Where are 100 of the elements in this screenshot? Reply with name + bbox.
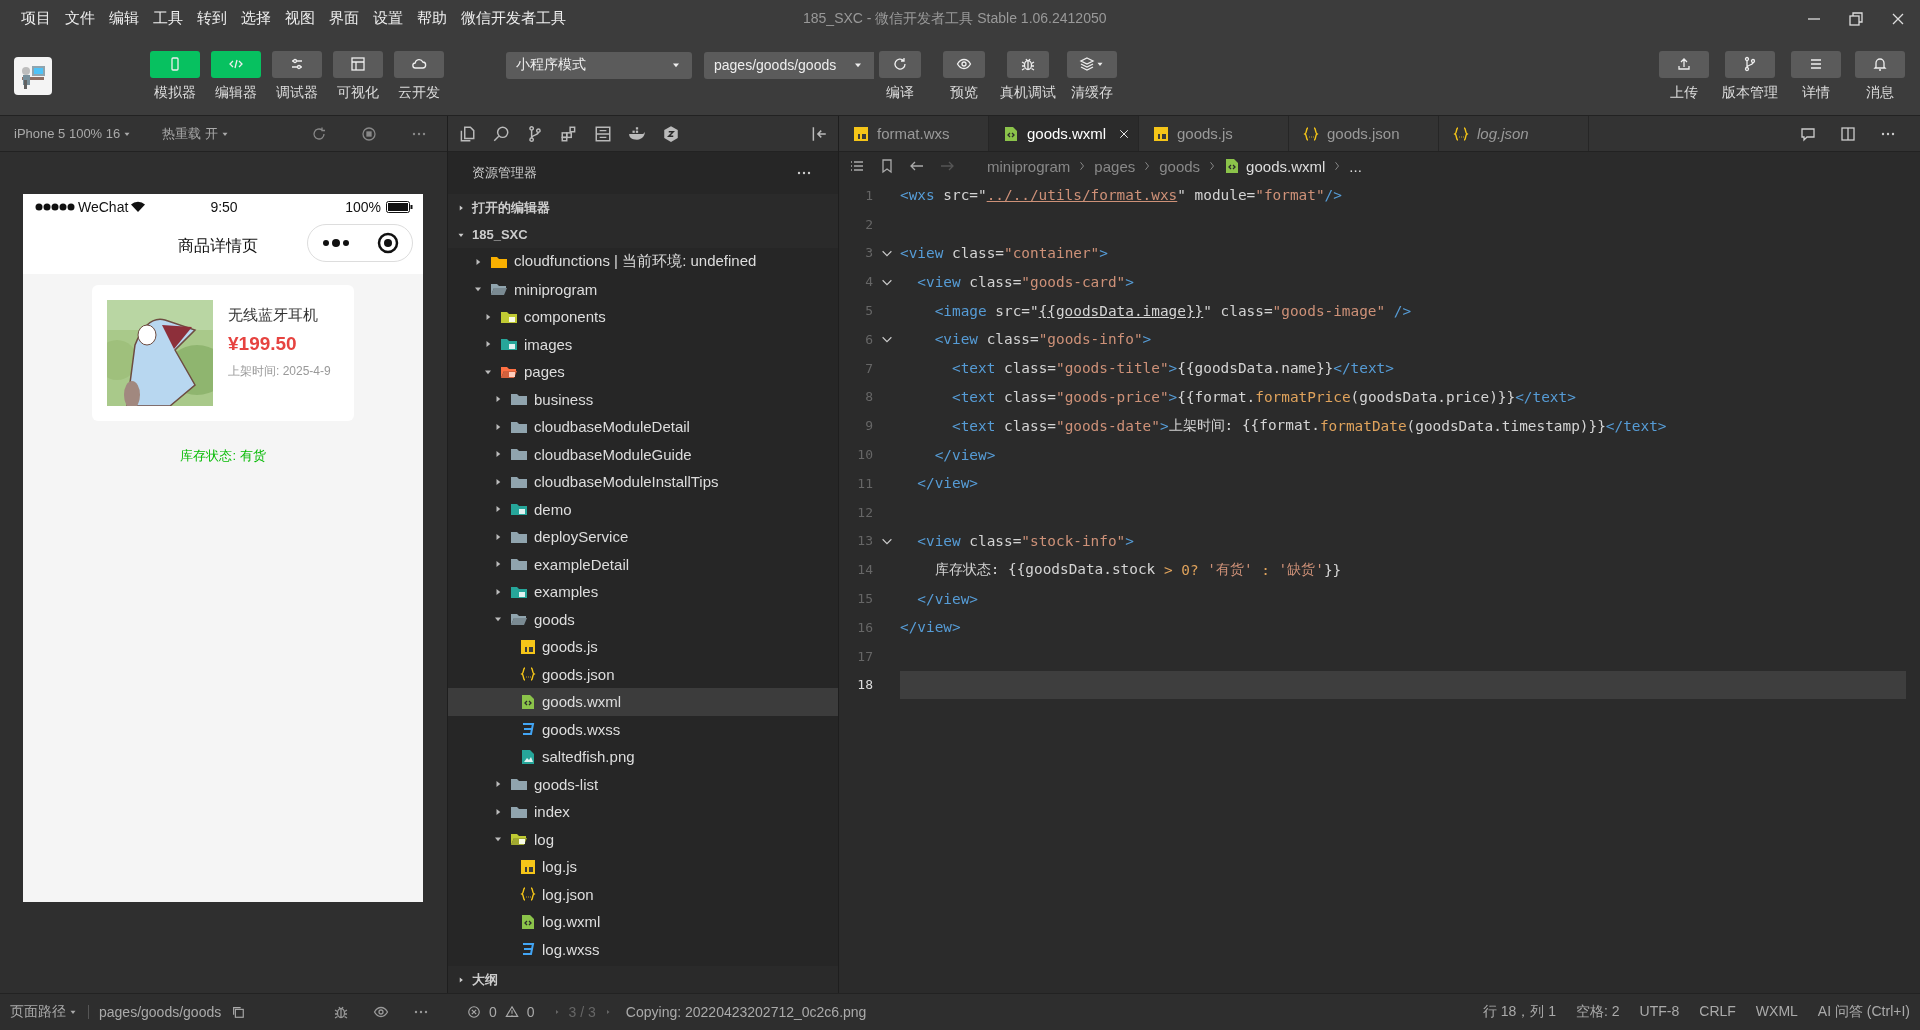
toolbar-button[interactable]: 版本管理 <box>1722 50 1778 102</box>
eye-icon[interactable] <box>373 1004 389 1020</box>
tree-item[interactable]: saltedfish.png <box>448 743 838 771</box>
braces-icon <box>1303 125 1319 142</box>
toolbar-button[interactable]: 预览 <box>936 50 992 102</box>
menu-item[interactable]: 设置 <box>366 9 410 28</box>
tree-item[interactable]: cloudfunctions | 当前环境: undefined <box>448 248 838 276</box>
tree-item[interactable]: log.json <box>448 880 838 908</box>
open-folder-icon <box>510 611 528 628</box>
menu-item[interactable]: 转到 <box>190 9 234 28</box>
files-icon[interactable] <box>458 124 476 143</box>
error-icon[interactable] <box>467 1005 481 1019</box>
code-line: <text class="goods-price">{{format.formatPrice(goodsData.price)}}</text> <box>950 387 1577 407</box>
storage-icon[interactable] <box>594 124 612 143</box>
search-icon[interactable] <box>492 124 510 143</box>
folder-icon <box>510 446 528 463</box>
list-icon[interactable] <box>849 158 865 174</box>
tree-item[interactable]: business <box>448 385 838 413</box>
tree-item[interactable]: log.wxss <box>448 935 838 963</box>
close-icon[interactable] <box>1118 127 1131 140</box>
page-dropdown[interactable]: pages/goods/goods <box>704 51 874 79</box>
tree-item[interactable]: goods <box>448 605 838 633</box>
tree-item[interactable]: images <box>448 330 838 358</box>
menu-item[interactable]: 项目 <box>14 9 58 28</box>
collapse-panel-icon[interactable] <box>810 124 828 143</box>
menu-icon <box>1808 56 1824 72</box>
capsule-button[interactable] <box>307 224 413 262</box>
tree-item[interactable]: log <box>448 825 838 853</box>
tree-item[interactable]: goods.wxss <box>448 715 838 743</box>
menu-item[interactable]: 微信开发者工具 <box>454 9 573 28</box>
menu-item[interactable]: 文件 <box>58 9 102 28</box>
tree-item[interactable]: goods.json <box>448 660 838 688</box>
product-title: 无线蓝牙耳机 <box>228 306 319 325</box>
status-item[interactable]: 行 18，列 1 <box>1482 1003 1556 1021</box>
breadcrumb-item[interactable]: ... <box>1349 157 1362 175</box>
rotate-icon[interactable] <box>311 125 327 142</box>
menu-item[interactable]: 界面 <box>322 9 366 28</box>
status-message: Copying: 20220423202712_0c2c6.png <box>625 1004 867 1020</box>
bell-icon <box>1872 56 1888 72</box>
section-header[interactable]: 185_SXC <box>448 221 838 248</box>
folder-icon <box>510 391 528 408</box>
toolbar-button[interactable]: 真机调试 <box>1000 50 1056 102</box>
tree-item[interactable]: demo <box>448 495 838 523</box>
line-number: 4 <box>864 274 873 290</box>
tree-item[interactable]: cloudbaseModuleDetail <box>448 413 838 441</box>
copy-icon[interactable] <box>231 1005 246 1019</box>
comment-icon[interactable] <box>1800 125 1816 142</box>
mode-dropdown[interactable]: 小程序模式 <box>506 51 692 79</box>
breadcrumb-item[interactable]: goods.wxml <box>1246 157 1326 175</box>
menu-item[interactable]: 视图 <box>278 9 322 28</box>
tree-item[interactable]: goods-list <box>448 770 838 798</box>
menu-item[interactable]: 帮助 <box>410 9 454 28</box>
tree-item[interactable]: deployService <box>448 523 838 551</box>
editor-tab[interactable]: goods.wxml <box>989 116 1139 151</box>
page-path-dropdown[interactable]: 页面路径 <box>10 1003 78 1021</box>
status-item[interactable]: UTF-8 <box>1639 1003 1680 1021</box>
bookmark-icon[interactable] <box>879 158 895 174</box>
section-header[interactable]: 大纲 <box>448 966 838 993</box>
tree-item[interactable]: goods.js <box>448 633 838 661</box>
whale-icon[interactable] <box>628 124 646 143</box>
branch-icon[interactable] <box>526 124 544 143</box>
warning-icon[interactable] <box>504 1005 519 1019</box>
split-icon[interactable] <box>1840 125 1856 142</box>
restore-icon[interactable] <box>1848 10 1864 27</box>
tree-item[interactable]: cloudbaseModuleInstallTips <box>448 468 838 496</box>
page-path: pages/goods/goods <box>99 1004 222 1020</box>
tree-item[interactable]: cloudbaseModuleGuide <box>448 440 838 468</box>
menu-item[interactable]: 选择 <box>234 9 278 28</box>
menu-item[interactable]: 编辑 <box>102 9 146 28</box>
menu-item[interactable]: 工具 <box>146 9 190 28</box>
hot-reload-dropdown[interactable]: 热重载 开 <box>162 124 230 143</box>
section-header[interactable]: 打开的编辑器 <box>448 194 838 221</box>
tree-item[interactable]: pages <box>448 358 838 386</box>
tree-item[interactable]: log.js <box>448 853 838 881</box>
bug-icon[interactable] <box>333 1004 349 1020</box>
stop-icon[interactable] <box>361 125 377 142</box>
tree-item[interactable]: miniprogram <box>448 275 838 303</box>
status-item[interactable]: CRLF <box>1699 1003 1736 1021</box>
warning-count[interactable]: 0 <box>526 1004 535 1020</box>
toolbar-button[interactable]: 编译 <box>872 50 928 102</box>
status-item[interactable]: AI 问答 (Ctrl+I) <box>1817 1003 1910 1021</box>
cube-icon[interactable] <box>662 124 680 143</box>
error-count[interactable]: 0 <box>489 1004 497 1020</box>
breadcrumb-item[interactable]: pages <box>1094 157 1136 175</box>
status-item[interactable]: WXML <box>1755 1003 1798 1021</box>
breadcrumb-item[interactable]: miniprogram <box>987 157 1071 175</box>
code-line: <view class="container"> <box>900 244 1109 263</box>
tree-item[interactable]: exampleDetail <box>448 550 838 578</box>
breadcrumb-item[interactable]: goods <box>1159 157 1201 175</box>
page-title: 商品详情页 <box>178 236 258 256</box>
device-dropdown[interactable]: iPhone 5 100% 16 <box>14 126 133 141</box>
toolbar-button[interactable]: 清缓存 <box>1064 50 1120 102</box>
tree-item[interactable]: examples <box>448 578 838 606</box>
tree-item[interactable]: index <box>448 798 838 826</box>
status-item[interactable]: 空格: 2 <box>1576 1003 1620 1021</box>
tree-item[interactable]: goods.wxml <box>448 688 838 716</box>
code-line: </view> <box>933 445 997 465</box>
tree-item[interactable]: components <box>448 303 838 331</box>
tree-item[interactable]: log.wxml <box>448 908 838 936</box>
extensions-icon[interactable] <box>560 124 578 143</box>
